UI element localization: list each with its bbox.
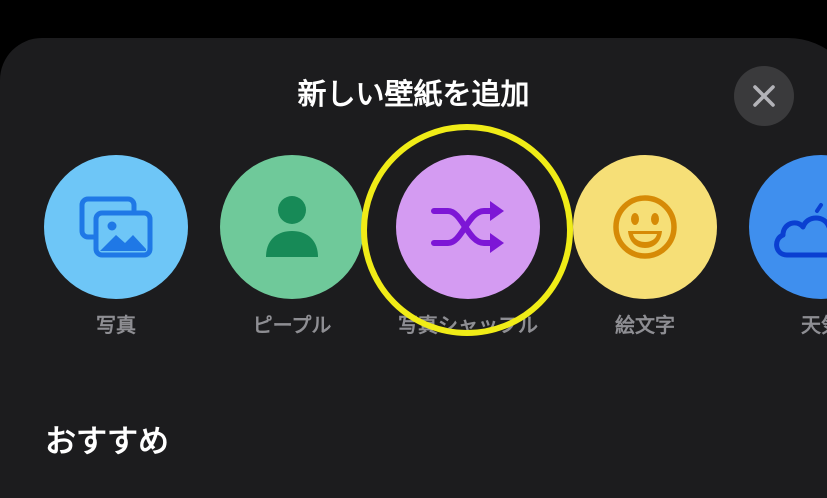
weather-icon [774, 203, 827, 258]
wallpaper-type-weather[interactable]: 天気 [749, 155, 827, 337]
wallpaper-type-emoji[interactable]: 絵文字 [573, 155, 717, 337]
emoji-circle[interactable] [573, 155, 717, 299]
wallpaper-type-people[interactable]: ピープル [220, 155, 364, 337]
wallpaper-type-photos[interactable]: 写真 [44, 155, 188, 337]
sheet-title: 新しい壁紙を追加 [297, 77, 530, 111]
wallpaper-type-label: 天気 [801, 313, 827, 337]
add-wallpaper-sheet: 新しい壁紙を追加 写真 ピープル 写真シャッフル 絵文字 天 おすすめ [0, 38, 827, 498]
close-button[interactable] [734, 66, 794, 126]
person-icon [266, 196, 318, 257]
weather-circle[interactable] [749, 155, 827, 299]
wallpaper-type-photo-shuffle[interactable]: 写真シャッフル [396, 155, 540, 337]
people-circle[interactable] [220, 155, 364, 299]
emoji-smile-icon [613, 195, 677, 259]
shuffle-icon [431, 201, 504, 253]
close-icon [753, 85, 775, 107]
photos-circle[interactable] [44, 155, 188, 299]
photos-icon [79, 196, 153, 258]
section-title-recommended: おすすめ [45, 424, 169, 460]
photo-shuffle-circle[interactable] [396, 155, 540, 299]
